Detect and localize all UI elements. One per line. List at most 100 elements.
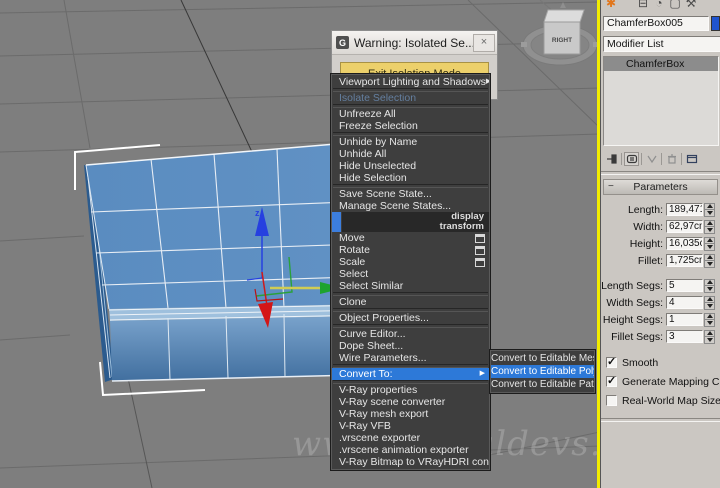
width-field[interactable]: 62,97cm <box>666 220 703 233</box>
tab-display-icon[interactable]: ▢ <box>667 0 683 13</box>
real-world-map-size-checkbox[interactable] <box>606 395 617 406</box>
menu-item-select[interactable]: Select <box>332 268 489 280</box>
menu-item-curve-editor[interactable]: Curve Editor... <box>332 328 489 340</box>
menu-item-v-ray-mesh-export[interactable]: V-Ray mesh export <box>332 408 489 420</box>
menu-item-unhide-by-name[interactable]: Unhide by Name <box>332 136 489 148</box>
submenu-item-convert-to-editable-patch[interactable]: Convert to Editable Patch <box>491 378 594 391</box>
section-square-icon <box>332 212 341 222</box>
pin-stack-icon[interactable] <box>604 152 619 166</box>
menu-item-label: Hide Selection <box>339 172 407 184</box>
menu-item-label: .vrscene animation exporter <box>339 444 469 456</box>
menu-item-save-scene-state[interactable]: Save Scene State... <box>332 188 489 200</box>
menu-item-object-properties[interactable]: Object Properties... <box>332 312 489 324</box>
make-unique-icon[interactable] <box>644 152 659 166</box>
settings-dialog-icon[interactable] <box>475 245 485 255</box>
height-segs-spinner[interactable] <box>704 312 715 327</box>
menu-item-convert-to[interactable]: Convert To: ▶ <box>332 368 489 380</box>
menu-item-clone[interactable]: Clone <box>332 296 489 308</box>
settings-dialog-icon[interactable] <box>475 233 485 243</box>
show-end-result-icon[interactable] <box>624 151 639 166</box>
height-field[interactable]: 16,035cm <box>666 237 703 250</box>
width-segs-field[interactable]: 4 <box>666 296 703 309</box>
length-field[interactable]: 189,471cm <box>666 203 703 216</box>
settings-dialog-icon[interactable] <box>475 257 485 267</box>
menu-item-rotate[interactable]: Rotate <box>332 244 489 256</box>
submenu-item-convert-to-editable-poly[interactable]: Convert to Editable Poly <box>491 365 594 378</box>
spinner-down-icon[interactable] <box>705 337 714 343</box>
viewcube[interactable]: RIGHT <box>521 2 599 66</box>
submenu-arrow-icon: ▶ <box>479 370 485 377</box>
fillet-segs-field[interactable]: 3 <box>666 330 703 343</box>
menu-item-v-ray-vfb[interactable]: V-Ray VFB <box>332 420 489 432</box>
param-label: Width Segs: <box>606 296 663 309</box>
param-label: Length: <box>627 203 663 216</box>
spinner-down-icon[interactable] <box>705 320 714 326</box>
smooth-checkbox[interactable]: ✓ <box>606 356 617 368</box>
height-spinner[interactable] <box>704 236 715 251</box>
length-segs-spinner[interactable] <box>704 278 715 293</box>
viewcube-face-label: RIGHT <box>552 37 572 44</box>
width-segs-spinner[interactable] <box>704 295 715 310</box>
configure-modifier-sets-icon[interactable] <box>684 152 699 166</box>
menu-item-v-ray-scene-converter[interactable]: V-Ray scene converter <box>332 396 489 408</box>
command-panel-tabs: ✱ ⌒ ⊟ ◔ ▢ ⚒ <box>601 0 720 13</box>
modifier-list-dropdown[interactable]: Modifier List <box>603 36 720 52</box>
object-name-field[interactable]: ChamferBox005 <box>603 16 709 31</box>
fillet-segs-spinner[interactable] <box>704 329 715 344</box>
menu-item-vrscene-animation-exporter[interactable]: .vrscene animation exporter <box>332 444 489 456</box>
spinner-down-icon[interactable] <box>705 210 714 216</box>
tab-modify-icon[interactable]: ⌒ <box>619 0 635 13</box>
menu-item-label: Dope Sheet... <box>339 340 404 352</box>
parameters-rollout-header[interactable]: − Parameters <box>603 179 718 195</box>
submenu-item-convert-to-editable-mesh[interactable]: Convert to Editable Mesh <box>491 352 594 365</box>
menu-item-unhide-all[interactable]: Unhide All <box>332 148 489 160</box>
dialog-title: Warning: Isolated Se... <box>354 35 473 50</box>
menu-item-label: Viewport Lighting and Shadows <box>339 76 486 88</box>
dialog-titlebar[interactable]: G Warning: Isolated Se... × <box>332 31 497 55</box>
menu-item-hide-selection[interactable]: Hide Selection <box>332 172 489 184</box>
spinner-down-icon[interactable] <box>705 303 714 309</box>
spinner-down-icon[interactable] <box>705 227 714 233</box>
menu-item-v-ray-properties[interactable]: V-Ray properties <box>332 384 489 396</box>
length-spinner[interactable] <box>704 202 715 217</box>
length-segs-field[interactable]: 5 <box>666 279 703 292</box>
3dsmax-window: z RIGHT www.digitaldevs.com <box>0 0 720 488</box>
menu-item-select-similar[interactable]: Select Similar <box>332 280 489 292</box>
tab-hierarchy-icon[interactable]: ⊟ <box>635 0 651 13</box>
stack-item-chamferbox[interactable]: ChamferBox <box>604 57 718 71</box>
menu-item-hide-unselected[interactable]: Hide Unselected <box>332 160 489 172</box>
menu-item-v-ray-bitmap-to-vrayhdri-converter[interactable]: V-Ray Bitmap to VRayHDRI converter <box>332 456 489 468</box>
gizmo-z-label: z <box>255 208 260 218</box>
menu-item-wire-parameters[interactable]: Wire Parameters... <box>332 352 489 364</box>
tab-utilities-icon[interactable]: ⚒ <box>683 0 699 13</box>
close-icon[interactable]: × <box>473 33 495 52</box>
remove-modifier-icon[interactable] <box>664 152 679 166</box>
seg-row-length-segs: Length Segs: 5 <box>601 277 720 294</box>
menu-item-label: Unhide by Name <box>339 136 418 148</box>
generate-mapping-coords-checkbox[interactable]: ✓ <box>606 375 617 387</box>
perspective-viewport[interactable]: z RIGHT www.digitaldevs.com <box>0 0 600 488</box>
toolbar-divider <box>661 152 662 165</box>
tab-motion-icon[interactable]: ◔ <box>651 0 667 13</box>
menu-item-isolate-selection[interactable]: Isolate Selection <box>332 92 489 104</box>
object-color-swatch[interactable] <box>711 16 720 31</box>
menu-item-viewport-lighting-and-shadows[interactable]: Viewport Lighting and Shadows ▶ <box>332 76 489 88</box>
menu-item-unfreeze-all[interactable]: Unfreeze All <box>332 108 489 120</box>
fillet-spinner[interactable] <box>704 253 715 268</box>
toolbar-divider <box>681 152 682 165</box>
fillet-field[interactable]: 1,725cm <box>666 254 703 267</box>
command-panel: ✱ ⌒ ⊟ ◔ ▢ ⚒ ChamferBox005 Modifier List Chamf… <box>600 0 720 488</box>
menu-item-vrscene-exporter[interactable]: .vrscene exporter <box>332 432 489 444</box>
menu-item-label: V-Ray Bitmap to VRayHDRI converter <box>339 456 489 468</box>
menu-item-freeze-selection[interactable]: Freeze Selection <box>332 120 489 132</box>
height-segs-field[interactable]: 1 <box>666 313 703 326</box>
width-spinner[interactable] <box>704 219 715 234</box>
menu-item-dope-sheet[interactable]: Dope Sheet... <box>332 340 489 352</box>
menu-item-move[interactable]: Move <box>332 232 489 244</box>
spinner-down-icon[interactable] <box>705 286 714 292</box>
spinner-down-icon[interactable] <box>705 261 714 267</box>
menu-item-scale[interactable]: Scale <box>332 256 489 268</box>
submenu-arrow-icon: ▶ <box>485 78 489 85</box>
spinner-down-icon[interactable] <box>705 244 714 250</box>
tab-create-icon[interactable]: ✱ <box>603 0 619 13</box>
